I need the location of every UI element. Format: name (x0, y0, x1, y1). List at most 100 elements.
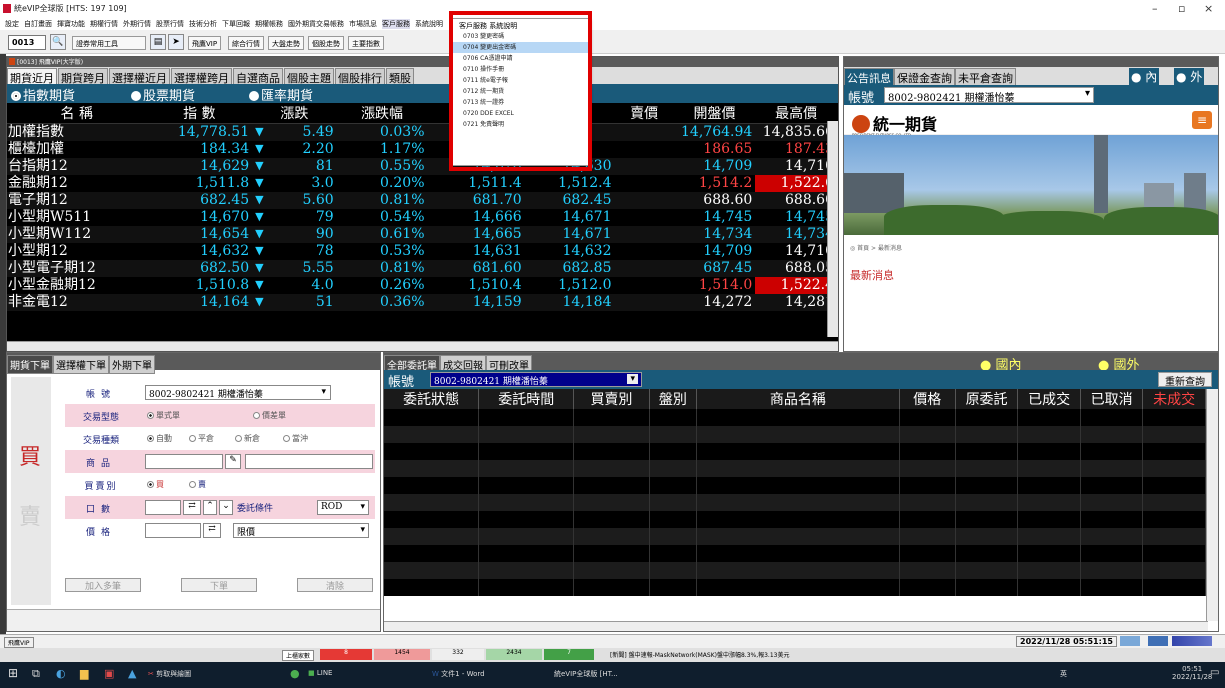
quote-row[interactable]: 金融期12 1,511.8 ▼ 3.0 0.20% 1,511.4 1,512.4 1,514… (7, 174, 837, 192)
radio-spread[interactable]: 價差單 (253, 410, 286, 421)
quote-row[interactable]: 非金電12 14,164 ▼ 51 0.36% 14,159 14,184 14,272 14,… (7, 293, 837, 311)
radio-sell[interactable]: 賣 (189, 479, 206, 490)
mail-icon[interactable]: ▲ (128, 667, 136, 680)
tab-stock-theme[interactable]: 個股主題 (284, 68, 334, 84)
order-row[interactable] (384, 528, 1206, 545)
radio-domestic[interactable]: ● 內 (1129, 68, 1160, 85)
tab-futures-cross[interactable]: 期貨跨月 (58, 68, 108, 84)
product-name-input[interactable] (245, 454, 373, 469)
order-account-select[interactable]: 8002-9802421 期權潘怡蓁 ▾ (145, 385, 331, 400)
radio-stock-futures[interactable]: 股票期貨 (131, 85, 195, 104)
col-unfilled[interactable]: 未成交 (1142, 389, 1206, 409)
order-row[interactable] (384, 579, 1206, 596)
main-index-button[interactable]: 主要指數 (348, 36, 384, 50)
quote-row[interactable]: 電子期12 682.45 ▼ 5.60 0.81% 681.70 682.45 688.60 6… (7, 191, 837, 209)
orders-hscrollbar[interactable] (384, 621, 1208, 631)
taskbar-line[interactable]: ■ LINE (308, 669, 332, 677)
requery-button[interactable]: 重新查詢 (1158, 372, 1212, 388)
close-button[interactable]: × (1204, 2, 1213, 15)
quote-row[interactable]: 小型期12 14,632 ▼ 78 0.53% 14,631 14,632 14,709 14,… (7, 243, 837, 260)
sell-side-label[interactable]: 賣 (19, 499, 41, 531)
col-filled[interactable]: 已成交 (1017, 389, 1081, 409)
latest-news-heading[interactable]: 最新消息 (844, 261, 1218, 289)
maximize-button[interactable]: ▫ (1178, 2, 1185, 15)
submit-order-button[interactable]: 下單 (181, 578, 257, 592)
status-icon[interactable] (1120, 636, 1140, 646)
col-orig-qty[interactable]: 原委託 (955, 389, 1019, 409)
radio-close[interactable]: 平倉 (189, 433, 214, 444)
order-row[interactable] (384, 494, 1206, 511)
menu-item[interactable]: 期權行情 (90, 19, 118, 29)
quote-row[interactable]: 加權指數 14,778.51 ▼ 5.49 0.03% 14,764.94 14,835.6… (7, 123, 837, 141)
menu-item[interactable]: 外期行情 (123, 19, 151, 29)
menu-item[interactable]: 股票行情 (156, 19, 184, 29)
tab-options-order[interactable]: 選擇權下單 (53, 355, 109, 374)
col-session[interactable]: 盤別 (649, 389, 698, 409)
col-high[interactable]: 最高價 (755, 103, 837, 124)
menu-item[interactable]: 技術分析 (189, 19, 217, 29)
quote-row[interactable]: 小型期W112 14,654 ▼ 90 0.61% 14,665 14,671 14,734 1… (7, 225, 837, 243)
order-row[interactable] (384, 426, 1206, 443)
taskview-icon[interactable]: ⧉ (32, 667, 40, 681)
search-icon[interactable]: 🔍 (50, 34, 66, 50)
quote-row[interactable]: 小型期W511 14,670 ▼ 79 0.54% 14,666 14,671 14,745 1… (7, 209, 837, 226)
minimize-button[interactable]: – (1152, 2, 1158, 15)
tab-sector[interactable]: 類股 (386, 68, 414, 84)
radio-foreign[interactable]: ● 外 (1174, 68, 1205, 85)
notification-icon[interactable]: ▭ (1210, 667, 1219, 678)
edge-icon[interactable]: ◐ (56, 667, 66, 680)
quote-hscrollbar[interactable] (7, 341, 838, 351)
radio-index-futures[interactable]: 指數期貨 (11, 85, 75, 104)
tab-watchlist[interactable]: 自選商品 (233, 68, 283, 84)
chrome-icon[interactable]: ● (290, 667, 300, 680)
radio-auto[interactable]: 自動 (147, 433, 172, 444)
menu-item-system-help[interactable]: 系統說明 (415, 19, 443, 29)
menu-item[interactable]: 國外期貨交易帳務 (288, 19, 344, 29)
stock-trend-button[interactable]: 個股走勢 (308, 36, 344, 50)
col-price[interactable]: 價格 (899, 389, 956, 409)
stock-code-input[interactable]: 0013 (8, 35, 46, 50)
col-change-pct[interactable]: 漲跌幅 (336, 103, 428, 124)
radio-new[interactable]: 新倉 (235, 433, 260, 444)
order-row[interactable] (384, 460, 1206, 477)
arrow-icon[interactable]: ➤ (168, 34, 184, 50)
tray-ime[interactable]: 英 (1060, 669, 1067, 679)
account-select[interactable]: 8002-9802421 期權潘怡蓁 ▾ (884, 87, 1094, 104)
market-button[interactable]: 綜合行情 (228, 36, 264, 50)
quote-row[interactable]: 小型電子期12 682.50 ▼ 5.55 0.81% 681.60 682.85 687.4… (7, 259, 837, 277)
qty-input[interactable] (145, 500, 181, 515)
start-icon[interactable]: ⊞ (8, 666, 18, 680)
qty-pick-icon[interactable]: ⇄ (183, 500, 201, 515)
taskbar-evip[interactable]: 統eVIP全球版 [HT... (554, 669, 618, 679)
order-row[interactable] (384, 477, 1206, 494)
order-row[interactable] (384, 409, 1206, 426)
col-name[interactable]: 名 稱 (7, 103, 147, 124)
col-ask[interactable]: 賣價 (614, 103, 674, 124)
radio-daytrade[interactable]: 當沖 (283, 433, 308, 444)
col-open[interactable]: 開盤價 (673, 103, 756, 124)
order-row[interactable] (384, 511, 1206, 528)
qty-down-icon[interactable]: ⌄ (219, 500, 233, 515)
col-status[interactable]: 委託狀態 (384, 389, 480, 409)
status-icon[interactable] (1172, 636, 1212, 646)
add-multi-button[interactable]: 加入多筆 (65, 578, 141, 592)
col-index[interactable]: 指 數 (146, 103, 253, 124)
edit-icon[interactable]: ✎ (225, 454, 241, 469)
menu-item[interactable]: 市場訊息 (349, 19, 377, 29)
tools-dropdown[interactable]: 證券常用工具 (72, 36, 146, 50)
taskbar-snip[interactable]: ✂ 剪取與繪圖 (148, 669, 191, 679)
hamburger-menu-icon[interactable]: ≡ (1192, 111, 1212, 129)
index-trend-button[interactable]: 大盤走勢 (268, 36, 304, 50)
news-ticker[interactable]: [新聞] 盤中速報-MaskNetwork(MASK)盤中漲幅8.3%,報3.1… (610, 650, 789, 659)
clear-button[interactable]: 清除 (297, 578, 373, 592)
price-input[interactable] (145, 523, 201, 538)
orders-account-select[interactable]: 8002-9802421 期權潘怡蓁 ▾ (430, 372, 642, 387)
buy-side-label[interactable]: 買 (19, 439, 41, 471)
menu-item[interactable]: 自訂畫面 (24, 19, 52, 29)
taskbar-word[interactable]: W 文件1 - Word (432, 669, 485, 679)
order-row[interactable] (384, 443, 1206, 460)
chart-icon[interactable]: ▤ (150, 34, 166, 50)
breadcrumb[interactable]: ◎ 首頁 > 最新消息 (844, 235, 1218, 261)
radio-fx-futures[interactable]: 匯率期貨 (249, 85, 313, 104)
col-product[interactable]: 商品名稱 (696, 389, 900, 409)
